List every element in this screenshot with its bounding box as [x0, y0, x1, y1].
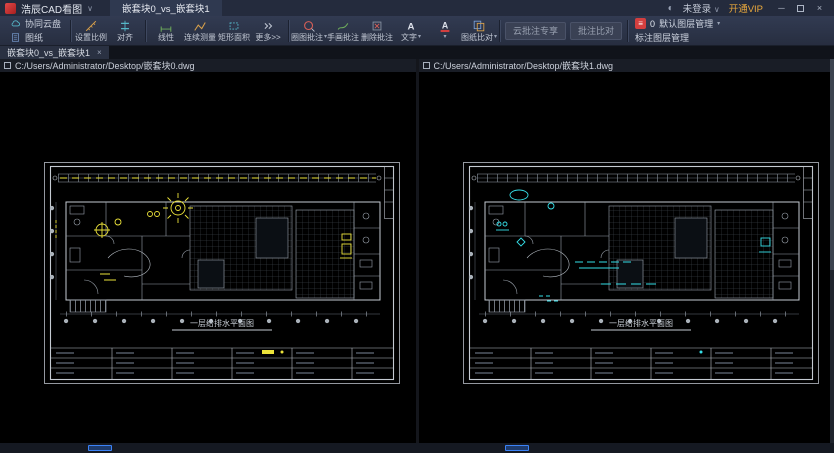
login-status[interactable]: 未登录 ∨ [683, 1, 720, 15]
theme-icon[interactable]: ◐ [668, 3, 674, 14]
right-drawing-canvas[interactable]: 一层给排水平面图 [463, 162, 819, 384]
app-menu-chevron-icon[interactable]: ∨ [87, 4, 93, 13]
dwg-file-icon [423, 62, 430, 69]
app-logo-icon [5, 3, 16, 14]
freehand-annotation-button[interactable]: 手画批注 [326, 19, 360, 42]
left-drawing-canvas[interactable]: 一层给排水平面图 [44, 162, 400, 384]
left-panel-statusbar [0, 443, 417, 453]
toolbar-separator [288, 20, 289, 42]
right-view-chip[interactable] [505, 445, 529, 451]
annotation-compare-chip[interactable]: 批注比对 [570, 22, 622, 40]
dwg-file-icon [4, 62, 11, 69]
app-name: 浩辰CAD看图 [21, 1, 82, 16]
rect-area-button[interactable]: 矩形面积 [217, 19, 251, 42]
scrollbar-thumb[interactable] [830, 59, 834, 270]
sheet-icon [10, 32, 21, 43]
vertical-scrollbar[interactable] [830, 59, 834, 443]
diff-title-block-mark [262, 350, 274, 354]
toolbar: 协同云盘 图纸 设置比例 对齐 线性 连续测量 矩形面积 更多>> 圈图批注▾ [0, 16, 834, 46]
toolbar-separator [70, 20, 71, 42]
right-drawing-caption: 一层给排水平面图 [609, 318, 673, 328]
vip-button[interactable]: 开通VIP [729, 1, 763, 15]
linear-measure-button[interactable]: 线性 [149, 19, 183, 42]
status-bar [0, 443, 834, 453]
text-icon [404, 19, 418, 33]
text-annotation-button[interactable]: 文字▾ [394, 19, 428, 42]
tab-close-icon[interactable]: × [97, 48, 102, 57]
delete-annotation-button[interactable]: 删除批注 [360, 19, 394, 42]
cloud-annotation-vip-chip[interactable]: 云批注专享 [505, 22, 566, 40]
circle-annotation-button[interactable]: 圈图批注▾ [292, 19, 326, 42]
default-layer-manager[interactable]: ≡ 0 默认图层管理 ▾ [635, 18, 720, 30]
right-file-path: C:/Users/Administrator/Desktop/嵌套块1.dwg [434, 59, 614, 72]
maximize-button[interactable] [791, 0, 810, 16]
right-drawing-panel: C:/Users/Administrator/Desktop/嵌套块1.dwg … [416, 59, 834, 443]
left-panel-header: C:/Users/Administrator/Desktop/嵌套块0.dwg [0, 59, 416, 72]
toolbar-separator [499, 20, 500, 42]
cloud-icon [10, 18, 21, 29]
dropdown-caret-icon[interactable]: ▾ [418, 33, 421, 42]
scale-icon [84, 19, 98, 33]
layer-count: 0 [650, 19, 655, 29]
left-file-path: C:/Users/Administrator/Desktop/嵌套块0.dwg [15, 59, 195, 72]
freehand-icon [336, 19, 350, 33]
toolbar-separator [145, 20, 146, 42]
right-panel-statusbar [417, 443, 834, 453]
layers-icon: ≡ [635, 18, 646, 29]
more-chevrons-icon [261, 19, 275, 33]
compare-document-tab[interactable]: 嵌套块0_vs_嵌套块1 × [0, 46, 109, 59]
dropdown-caret-icon[interactable]: ▾ [444, 33, 447, 42]
color-picker-button[interactable]: ▾ [428, 19, 462, 42]
compare-view: C:/Users/Administrator/Desktop/嵌套块0.dwg … [0, 59, 834, 443]
align-icon [118, 19, 132, 33]
titlebar-document-tab[interactable]: 嵌套块0_vs_嵌套块1 [110, 0, 222, 16]
login-chevron-icon: ∨ [714, 5, 720, 14]
diff-title-block-dot [699, 351, 702, 354]
toolbar-separator [627, 20, 628, 42]
more-tools-button[interactable]: 更多>> [251, 19, 285, 42]
compare-icon [472, 19, 486, 33]
set-scale-button[interactable]: 设置比例 [74, 19, 108, 42]
left-drawing-panel: C:/Users/Administrator/Desktop/嵌套块0.dwg … [0, 59, 416, 443]
minimize-button[interactable]: ─ [772, 0, 791, 16]
left-view-chip[interactable] [88, 445, 112, 451]
diff-title-block-dot [281, 351, 284, 354]
color-swatch-icon [438, 19, 452, 33]
right-panel-header: C:/Users/Administrator/Desktop/嵌套块1.dwg [419, 59, 834, 72]
linear-dimension-icon [159, 19, 173, 33]
layer-management: ≡ 0 默认图层管理 ▾ 标注图层管理 [635, 18, 720, 44]
annotation-layer-manager[interactable]: 标注图层管理 [635, 32, 720, 44]
rect-area-icon [227, 19, 241, 33]
maximize-icon [797, 5, 804, 12]
drawing-compare-button[interactable]: 图纸比对▾ [462, 19, 496, 42]
dropdown-caret-icon[interactable]: ▾ [494, 33, 497, 42]
document-tabstrip: 嵌套块0_vs_嵌套块1 × [0, 46, 834, 59]
delete-annotation-icon [370, 19, 384, 33]
left-drawing-caption: 一层给排水平面图 [190, 318, 254, 328]
circle-annotation-icon [302, 19, 316, 33]
dropdown-caret-icon[interactable]: ▾ [717, 20, 720, 27]
cloud-drive-button[interactable]: 协同云盘 [6, 18, 65, 30]
sheets-button[interactable]: 图纸 [6, 32, 65, 44]
continuous-measure-button[interactable]: 连续测量 [183, 19, 217, 42]
align-button[interactable]: 对齐 [108, 19, 142, 42]
close-button[interactable]: × [810, 0, 829, 16]
polyline-measure-icon [193, 19, 207, 33]
titlebar: 浩辰CAD看图 ∨ 嵌套块0_vs_嵌套块1 ◐ 未登录 ∨ 开通VIP ─ × [0, 0, 834, 16]
